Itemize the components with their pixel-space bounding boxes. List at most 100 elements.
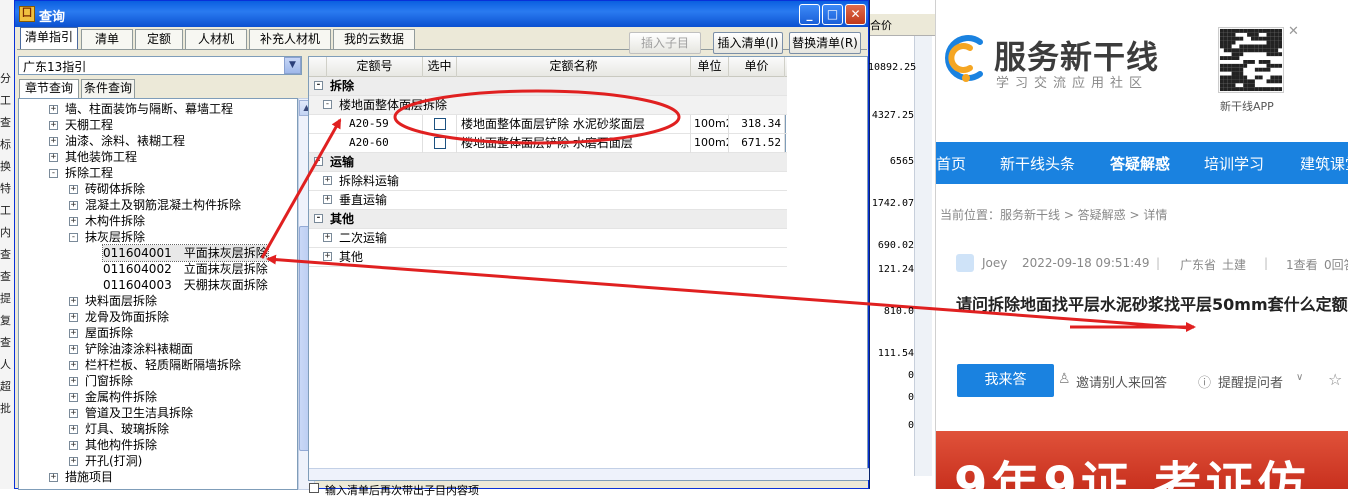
answer-count: 0回答 [1324,258,1348,272]
nav-training[interactable]: 培训学习 [1204,153,1264,174]
grid-group-row[interactable]: - 运输 [309,153,787,172]
user-icon: ♙ [1058,371,1071,387]
region-select[interactable]: 广东13指引 [18,56,302,75]
expand-icon[interactable]: + [69,297,78,306]
meta-separator: | [1156,256,1161,270]
nav-classroom[interactable]: 建筑课堂 [1300,153,1348,174]
nav-qa[interactable]: 答疑解惑 [1110,153,1170,174]
main-nav: 首页 新干线头条 答疑解惑 培训学习 建筑课堂 [936,142,1348,184]
select-checkbox[interactable] [434,118,446,130]
tab-quota[interactable]: 定额 [135,29,183,49]
answer-button[interactable]: 我来答 [957,364,1054,397]
tab-supplementary[interactable]: 补充人材机 [249,29,331,49]
expand-icon[interactable]: + [69,425,78,434]
background-value: 121.24 [877,264,914,275]
select-checkbox[interactable] [434,137,446,149]
collapse-icon[interactable]: - [323,100,332,109]
expand-icon[interactable]: + [49,121,58,130]
bring-content-checkbox[interactable] [309,483,319,493]
column-header-name[interactable]: 定额名称 [457,57,691,77]
grid-group-row[interactable]: - 其他 [309,210,787,229]
column-header-code[interactable]: 定额号 [327,57,423,77]
replace-list-button[interactable]: 替换清单(R) [789,32,861,54]
grid-group-row[interactable]: - 拆除 [309,77,787,96]
expand-icon[interactable]: + [69,409,78,418]
column-header-price[interactable]: 单价 [729,57,785,77]
tree-node-label: 拆除工程 [65,166,114,180]
tree-node-label: 011604002 立面抹灰层拆除 [103,262,268,276]
background-value: 810.0 [883,306,914,317]
insert-list-button[interactable]: 插入清单(I) [713,32,783,54]
grid-group-row[interactable]: + 垂直运输 [309,191,787,210]
expand-icon[interactable]: + [69,361,78,370]
select-cell [423,115,457,134]
expand-icon[interactable]: + [323,233,332,242]
grid-hscrollbar[interactable] [309,468,869,480]
expand-icon[interactable]: + [49,137,58,146]
grid-group-row[interactable]: + 其他 [309,248,787,267]
expand-icon[interactable]: + [323,252,332,261]
minimize-button[interactable]: _ [799,4,820,25]
chevron-down-icon[interactable]: ▼ [284,57,301,74]
select-cell [423,134,457,153]
expand-icon[interactable]: + [323,176,332,185]
collapse-icon[interactable]: - [69,233,78,242]
quota-row[interactable]: A20-60 楼地面整体面层铲除 水磨石面层 100m2 671.52 [309,134,787,153]
insert-child-button[interactable]: 插入子目 [629,32,701,54]
author-name[interactable]: Joey [982,256,1007,270]
expand-icon[interactable]: + [69,313,78,322]
tab-condition-query[interactable]: 条件查询 [81,79,135,98]
nav-home[interactable]: 首页 [936,153,966,174]
expand-icon[interactable]: + [69,201,78,210]
tab-list-guide[interactable]: 清单指引 [20,27,78,50]
grid-group-row[interactable]: + 拆除料运输 [309,172,787,191]
expand-icon[interactable]: + [69,217,78,226]
brand-logo-icon[interactable] [936,28,996,88]
expand-icon[interactable]: + [69,345,78,354]
quota-row[interactable]: A20-59 楼地面整体面层铲除 水泥砂浆面层 100m2 318.34 [309,115,787,134]
collapse-icon[interactable]: - [314,214,323,223]
remind-link[interactable]: 提醒提问者 [1218,372,1283,391]
avatar[interactable] [956,254,974,272]
maximize-button[interactable]: □ [822,4,843,25]
quota-unit: 100m2 [691,134,729,153]
close-icon[interactable]: ✕ [1288,24,1299,39]
tab-labor-material[interactable]: 人材机 [185,29,247,49]
collapse-icon[interactable]: - [314,81,323,90]
tree-node-label: 块料面层拆除 [85,294,158,308]
grid-group-row[interactable]: - 楼地面整体面层拆除 [309,96,787,115]
grid-group-row[interactable]: + 二次运输 [309,229,787,248]
background-value: 6565 [889,156,914,167]
app-icon: 囗 [19,6,35,22]
tab-list[interactable]: 清单 [81,29,133,49]
tree-node-label: 铲除油漆涂料裱糊面 [85,342,194,356]
collapse-icon[interactable]: - [314,157,323,166]
tab-cloud-data[interactable]: 我的云数据 [333,29,415,49]
expand-icon[interactable]: + [49,105,58,114]
expand-icon[interactable]: + [69,457,78,466]
promo-banner[interactable]: 9年9证 考证仿 [936,431,1348,489]
column-header-selected[interactable]: 选中 [423,57,457,77]
expand-icon[interactable]: + [69,393,78,402]
star-icon[interactable]: ☆ [1328,370,1342,389]
collapse-icon[interactable]: - [49,169,58,178]
expand-icon[interactable]: + [69,441,78,450]
expand-icon[interactable]: + [69,377,78,386]
expand-icon[interactable]: + [323,195,332,204]
expand-icon[interactable]: + [69,185,78,194]
tab-chapter-query[interactable]: 章节查询 [19,79,79,98]
grid-group-label: 楼地面整体面层拆除 [339,98,448,112]
post-region: 广东省 [1180,258,1217,272]
invite-link[interactable]: 邀请别人来回答 [1076,372,1167,391]
expand-icon[interactable]: + [49,153,58,162]
expand-icon[interactable]: + [69,329,78,338]
column-header-unit[interactable]: 单位 [691,57,729,77]
info-icon: ⓘ [1198,376,1212,391]
dialog-titlebar[interactable]: 囗 查询 _ □ ✕ [15,1,868,27]
expand-icon[interactable]: + [49,473,58,482]
close-button[interactable]: ✕ [845,4,866,25]
grid-group-label: 其他 [339,250,364,264]
tree-node-label: 其他构件拆除 [85,438,158,452]
background-scrollbar[interactable] [914,36,932,476]
nav-headlines[interactable]: 新干线头条 [1000,153,1075,174]
